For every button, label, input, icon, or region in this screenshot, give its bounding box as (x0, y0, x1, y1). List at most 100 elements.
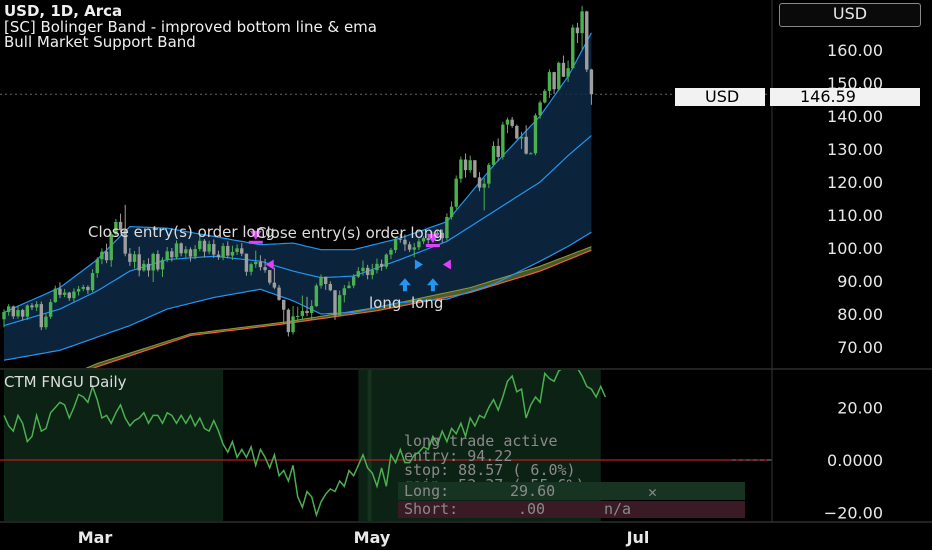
candle-body (505, 119, 510, 125)
candle-body (137, 254, 141, 271)
candle-body (459, 159, 463, 179)
candle-body (487, 164, 491, 184)
candle-body (286, 309, 291, 333)
price-tick-label: 80.00 (837, 305, 883, 324)
indicator-title-2: Bull Market Support Band (4, 33, 196, 51)
candle-body (510, 119, 514, 126)
osc-tick-label: 0.0000 (827, 451, 883, 470)
candle-body (417, 241, 421, 248)
candle-body (268, 270, 272, 283)
candle-body (543, 90, 547, 103)
price-tag-currency: USD (675, 88, 765, 106)
candle-body (48, 302, 53, 317)
price-tick-label: 90.00 (837, 272, 883, 291)
osc-tick-label: −20.00 (824, 504, 883, 523)
candle-body (300, 311, 305, 316)
candle-body (128, 253, 132, 262)
price-tick-label: 100.00 (827, 239, 883, 258)
candle-body (104, 251, 109, 261)
candle-body (160, 259, 165, 270)
candle-body (230, 251, 235, 256)
candle-body (547, 72, 552, 91)
price-tag-value-text: 146.59 (800, 87, 856, 106)
candle-body (491, 146, 496, 165)
candle-body (249, 264, 253, 272)
price-tick-label: 70.00 (837, 338, 883, 357)
candle-body (407, 244, 412, 250)
candle-body (184, 249, 188, 254)
candle-body (254, 261, 258, 265)
candle-body (100, 251, 104, 260)
candle-body (39, 304, 43, 328)
candle-body (263, 267, 267, 271)
candle-body (473, 160, 477, 178)
candle-body (519, 136, 524, 139)
candle-body (53, 288, 57, 303)
candle-body (30, 305, 34, 308)
candle-body (90, 273, 95, 291)
candle-body (25, 305, 30, 317)
candle-body (449, 206, 454, 217)
candle-body (179, 243, 183, 254)
candle-body (72, 291, 76, 299)
candle-body (412, 247, 416, 250)
candle-body (561, 62, 566, 77)
candle-body (375, 263, 379, 271)
lower-pane-title: CTM FNGU Daily (4, 373, 127, 391)
candle-body (566, 68, 570, 77)
candle-body (477, 177, 482, 188)
candle-body (58, 288, 62, 295)
candle-body (258, 261, 263, 268)
candle-body (361, 267, 365, 272)
candle-body (589, 69, 594, 95)
candle-body (309, 306, 314, 314)
candle-body (580, 11, 584, 34)
candle-body (305, 311, 309, 314)
candle-body (67, 292, 71, 299)
candle-body (226, 246, 230, 256)
candle-body (62, 292, 67, 295)
candle-body (351, 276, 356, 286)
currency-button[interactable]: USD (779, 3, 921, 27)
candle-body (337, 295, 342, 316)
time-tick-label: Jul (626, 528, 650, 547)
candle-body (524, 136, 528, 154)
trade-region-edge (367, 370, 372, 521)
candle-body (296, 315, 300, 317)
candle-body (379, 263, 384, 267)
candle-body (151, 253, 155, 271)
candle-body (501, 124, 505, 157)
candle-body (188, 249, 193, 257)
candle-body (44, 316, 48, 328)
candle-body (463, 159, 468, 171)
candle-body (282, 299, 286, 310)
candle-body (216, 254, 221, 258)
price-tick-label: 120.00 (827, 173, 883, 192)
candle-body (365, 267, 370, 276)
candle-body (328, 283, 333, 291)
candle-body (515, 125, 519, 139)
long-row-value: 29.60 (510, 482, 555, 500)
candle-body (389, 249, 393, 255)
candle-body (454, 178, 458, 207)
candle-body (202, 240, 207, 252)
trade-region-shade (4, 370, 224, 521)
candle-body (384, 254, 388, 267)
candle-body (272, 282, 277, 288)
candle-body (533, 115, 538, 154)
candle-body (240, 248, 244, 254)
candle-body (538, 102, 542, 116)
candle-body (347, 285, 351, 289)
candle-body (291, 316, 295, 333)
chart: 70.00 80.00 90.00 100.00 110.00 120.00 130.00 1… (0, 0, 932, 547)
candle-body (575, 27, 580, 34)
candle-body (95, 259, 99, 274)
candle-body (142, 263, 146, 271)
price-tag-value: 146.59 (770, 88, 920, 106)
candle-body (174, 243, 179, 258)
candle-body (221, 246, 225, 258)
long-row-bg (398, 482, 745, 500)
candle-body (277, 287, 281, 300)
candle-body (76, 288, 81, 292)
candle-body (11, 306, 16, 317)
